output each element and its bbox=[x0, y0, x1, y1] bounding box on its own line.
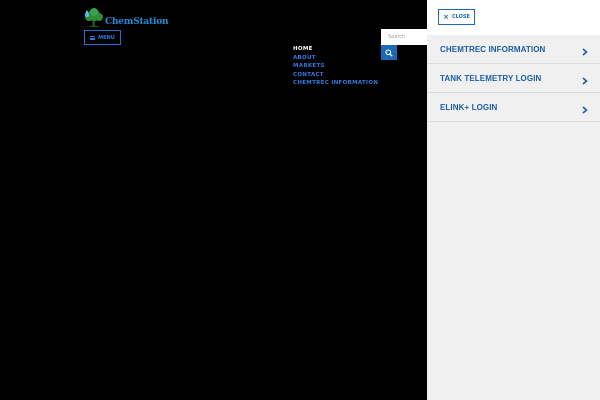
search-placeholder: Search bbox=[388, 34, 406, 40]
nav-item-home[interactable]: HOME bbox=[293, 45, 378, 54]
chevron-right-icon bbox=[582, 106, 588, 114]
logo-text: ChemStation bbox=[105, 17, 169, 27]
nav-item-markets[interactable]: MARKETS bbox=[293, 62, 378, 71]
menu-button-label: MENU bbox=[98, 34, 115, 41]
close-icon: × bbox=[443, 12, 449, 21]
panel-item-chemtrec-information[interactable]: CHEMTREC INFORMATION bbox=[427, 35, 600, 64]
nav-item-contact[interactable]: CONTACT bbox=[293, 71, 378, 80]
panel-item-label: CHEMTREC INFORMATION bbox=[440, 44, 546, 54]
search-icon bbox=[385, 48, 393, 57]
nav-item-chemtrec-information[interactable]: CHEMTREC INFORMATION bbox=[293, 79, 378, 88]
chevron-right-icon bbox=[582, 48, 588, 56]
menu-button[interactable]: MENU bbox=[84, 30, 121, 45]
close-button[interactable]: × CLOSE bbox=[438, 9, 475, 25]
panel-item-elink-login[interactable]: ELINK+ LOGIN bbox=[427, 93, 600, 122]
search-input[interactable]: Search bbox=[381, 29, 427, 45]
side-panel: × CLOSE CHEMTREC INFORMATION TANK TELEME… bbox=[427, 0, 600, 400]
nav-item-about[interactable]: ABOUT bbox=[293, 54, 378, 63]
panel-item-tank-telemetry-login[interactable]: TANK TELEMETRY LOGIN bbox=[427, 64, 600, 93]
side-panel-header: × CLOSE bbox=[427, 0, 600, 35]
main-nav: HOME ABOUT MARKETS CONTACT CHEMTREC INFO… bbox=[293, 45, 378, 88]
chevron-right-icon bbox=[582, 77, 588, 85]
hamburger-icon bbox=[90, 35, 96, 40]
panel-item-label: ELINK+ LOGIN bbox=[440, 102, 498, 112]
tree-logo-icon bbox=[85, 8, 103, 27]
close-button-label: CLOSE bbox=[451, 14, 470, 20]
panel-item-label: TANK TELEMETRY LOGIN bbox=[440, 73, 542, 83]
search-button[interactable] bbox=[381, 45, 397, 60]
site-logo[interactable]: ChemStation bbox=[84, 7, 169, 29]
